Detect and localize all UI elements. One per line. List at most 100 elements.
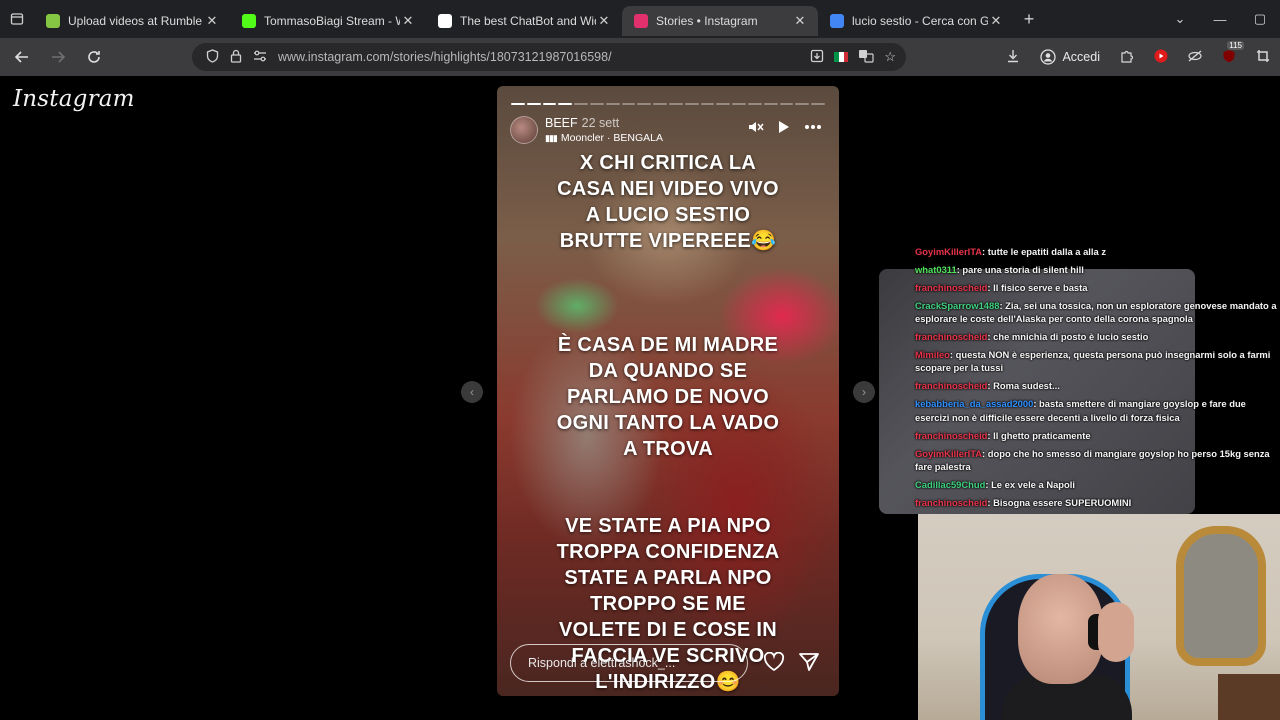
stream-chat-overlay: GoyimKillerITA: tutte le epatiti dalla a… xyxy=(915,245,1277,514)
close-tab-icon[interactable]: ✕ xyxy=(792,13,808,29)
chat-message: GoyimKillerITA: tutte le epatiti dalla a… xyxy=(915,245,1277,258)
extensions-puzzle-icon[interactable] xyxy=(1110,49,1144,66)
close-tab-icon[interactable]: ✕ xyxy=(988,13,1004,29)
profile-avatar-icon xyxy=(1040,49,1057,65)
chat-text: : Roma sudest... xyxy=(987,380,1060,392)
share-send-icon[interactable] xyxy=(798,652,820,678)
italian-flag-icon[interactable] xyxy=(834,52,849,62)
tab-title: lucio sestio - Cerca con Google xyxy=(852,14,988,28)
chat-username: franchinoscheid xyxy=(915,380,988,392)
chat-message: what0311: pare una storia di silent hill xyxy=(915,263,1277,276)
progress-segment xyxy=(526,103,541,105)
tab-actions-menu-icon[interactable] xyxy=(0,0,34,38)
story-music-info[interactable]: ▮▮▮ Mooncler · BENGALA xyxy=(545,132,663,144)
progress-segment xyxy=(684,103,699,105)
browser-tab[interactable]: Stories • Instagram ✕ xyxy=(622,6,818,36)
avatar[interactable] xyxy=(510,116,538,144)
browser-tab[interactable]: Upload videos at Rumble ✕ xyxy=(34,6,230,36)
chat-text: : tutte le epatiti dalla a alla z xyxy=(982,246,1107,257)
next-story-button[interactable]: › xyxy=(853,381,875,403)
instagram-icon xyxy=(634,14,648,28)
lock-icon[interactable] xyxy=(224,49,248,66)
new-tab-button[interactable]: + xyxy=(1014,9,1044,30)
chat-message: GoyimKillerITA: dopo che ho smesso di ma… xyxy=(915,447,1277,473)
browser-tab[interactable]: lucio sestio - Cerca con Google✕ xyxy=(818,6,1014,36)
sign-in-label: Accedi xyxy=(1062,50,1100,64)
story-header: BEEF 22 sett ▮▮▮ Mooncler · BENGALA xyxy=(510,116,830,148)
rumble-icon xyxy=(46,14,60,28)
install-app-icon[interactable] xyxy=(810,49,824,66)
forward-button[interactable] xyxy=(42,41,74,73)
like-heart-icon[interactable] xyxy=(763,651,785,678)
chat-message: franchinoscheid: Roma sudest... xyxy=(915,379,1277,392)
chat-message: Mimileo: questa NON è esperienza, questa… xyxy=(915,348,1277,374)
shelf-image xyxy=(1218,674,1280,720)
previous-story-button[interactable]: ‹ xyxy=(461,381,483,403)
url-input[interactable] xyxy=(278,50,798,64)
chat-message: franchinoscheid: Il ghetto praticamente xyxy=(915,429,1277,442)
story-viewer[interactable]: BEEF 22 sett ▮▮▮ Mooncler · BENGALA X CHI … xyxy=(497,86,839,696)
address-bar[interactable]: ☆ xyxy=(192,43,906,71)
chat-text: : pare una storia di silent hill xyxy=(956,264,1084,275)
shield-icon[interactable] xyxy=(200,48,224,66)
chat-message: franchinoscheid: che mnichia di posto è … xyxy=(915,330,1277,343)
browser-tab-bar: Upload videos at Rumble ✕ TommasoBiagi Str… xyxy=(0,0,1280,38)
chat-username: franchinoscheid xyxy=(915,429,988,441)
chat-message: CrackSparrow1488: Zia, sei una tossica, … xyxy=(915,299,1277,325)
browser-tab[interactable]: TommasoBiagi Stream - Watch Live✕ xyxy=(230,6,426,36)
progress-segment xyxy=(779,103,794,105)
audio-bars-icon: ▮▮▮ xyxy=(545,133,558,143)
progress-segment xyxy=(574,103,588,105)
story-progress-bar xyxy=(511,103,825,105)
progress-segment xyxy=(558,103,573,105)
progress-segment xyxy=(605,103,620,105)
progress-segment xyxy=(747,103,762,105)
translate-icon[interactable] xyxy=(858,49,874,66)
mute-icon[interactable] xyxy=(748,120,764,137)
site-settings-icon[interactable] xyxy=(248,50,272,65)
more-options-icon[interactable] xyxy=(804,120,822,137)
chat-text: : Il fisico serve e basta xyxy=(987,282,1088,293)
progress-segment xyxy=(653,103,667,105)
ublock-extension-icon[interactable]: 115 xyxy=(1212,40,1246,66)
chat-username: franchinoscheid xyxy=(915,282,988,293)
browser-tab[interactable]: The best ChatBot and Widgets✕ xyxy=(426,6,622,36)
tab-search-chevron-down-icon[interactable]: ⌄ xyxy=(1160,11,1200,27)
tab-title: The best ChatBot and Widgets xyxy=(460,14,596,28)
eye-slash-extension-icon[interactable] xyxy=(1178,49,1212,65)
crop-extension-icon[interactable] xyxy=(1246,49,1280,66)
bookmark-star-icon[interactable]: ☆ xyxy=(884,49,896,65)
instagram-logo[interactable]: Instagram xyxy=(13,86,135,112)
progress-segment xyxy=(700,103,715,105)
chat-username: kebabberia_da_assad2000 xyxy=(915,398,1034,410)
sign-in-button[interactable]: Accedi xyxy=(1030,45,1110,69)
chat-username: Cadillac59Chud xyxy=(915,478,986,490)
chat-message: franchinoscheid: Il fisico serve e basta xyxy=(915,281,1277,294)
maximize-window-button[interactable]: ▢ xyxy=(1240,11,1280,27)
close-tab-icon[interactable]: ✕ xyxy=(596,13,612,29)
chat-text: : Il ghetto praticamente xyxy=(987,429,1091,441)
instagram-stories-page: Instagram ‹ › BEEF 22 sett ▮▮▮ Mooncler · … xyxy=(0,76,1280,720)
reply-input[interactable] xyxy=(528,656,728,670)
close-tab-icon[interactable]: ✕ xyxy=(400,13,416,29)
youtube-extension-icon[interactable] xyxy=(1144,49,1178,66)
progress-segment xyxy=(716,103,731,105)
story-user-info: BEEF 22 sett xyxy=(545,116,619,130)
chat-username: GoyimKillerITA xyxy=(915,447,983,459)
play-icon[interactable] xyxy=(778,120,790,137)
diamond-icon xyxy=(438,14,452,28)
close-tab-icon[interactable]: ✕ xyxy=(204,13,220,29)
chat-message: franchinoscheid: Bisogna essere SUPERUOM… xyxy=(915,496,1277,509)
story-username[interactable]: BEEF xyxy=(545,116,578,130)
chat-username: franchinoscheid xyxy=(915,496,988,508)
minimize-window-button[interactable]: — xyxy=(1200,12,1240,27)
chat-username: Mimileo xyxy=(915,349,950,361)
back-button[interactable] xyxy=(6,41,38,73)
downloads-icon[interactable] xyxy=(996,49,1030,66)
progress-segment xyxy=(637,103,652,105)
reload-button[interactable] xyxy=(78,41,110,73)
chat-username: franchinoscheid xyxy=(915,331,988,343)
chat-username: GoyimKillerITA xyxy=(915,246,983,257)
reply-box[interactable] xyxy=(510,644,748,682)
chat-text: : Bisogna essere SUPERUOMINI xyxy=(987,496,1132,508)
